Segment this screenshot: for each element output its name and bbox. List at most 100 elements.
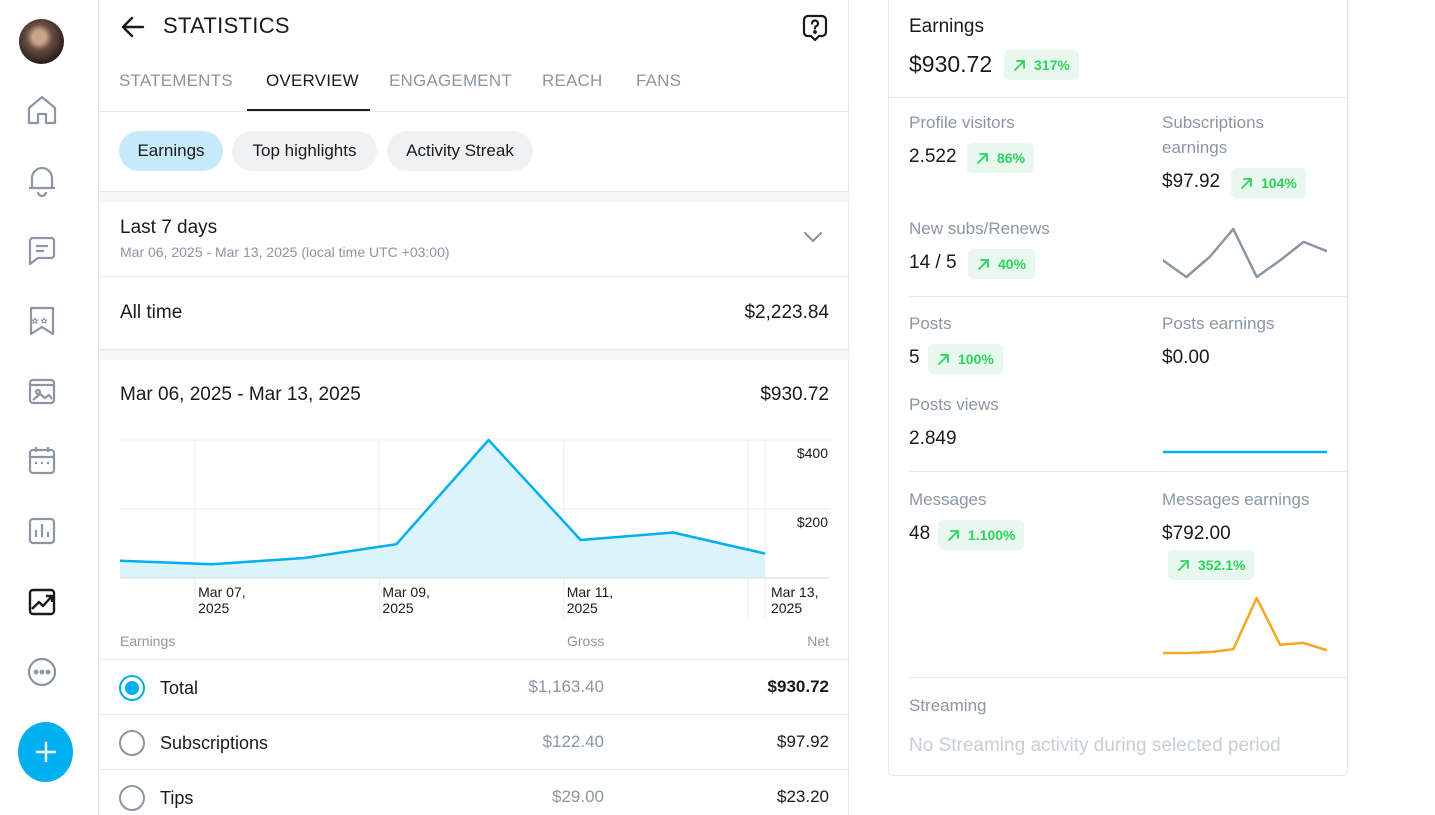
period-selector[interactable]: Last 7 days Mar 06, 2025 - Mar 13, 2025 … bbox=[99, 202, 850, 277]
subscriptions-sparkline bbox=[1163, 227, 1327, 279]
stats-tabs: STATEMENTS OVERVIEW ENGAGEMENT REACH FAN… bbox=[99, 56, 850, 112]
messages-earnings-value: $792.00 bbox=[1162, 523, 1231, 544]
messages-label: Messages bbox=[909, 490, 987, 509]
more-icon[interactable] bbox=[22, 652, 62, 692]
earnings-value: $930.72 bbox=[909, 51, 993, 77]
divider bbox=[889, 97, 1348, 98]
left-navigation bbox=[0, 0, 84, 815]
badge-text: 352.1% bbox=[1198, 557, 1246, 573]
radio-selected[interactable] bbox=[119, 675, 145, 701]
badge-text: 104% bbox=[1261, 175, 1297, 191]
tab-overview[interactable]: OVERVIEW bbox=[266, 71, 359, 91]
messages-value: 48 bbox=[909, 523, 931, 544]
profile-visitors-label: Profile visitors bbox=[909, 113, 1015, 132]
messages-sparkline bbox=[1163, 596, 1327, 655]
streaming-empty-text: No Streaming activity during selected pe… bbox=[909, 735, 1281, 756]
row-net: $930.72 bbox=[767, 677, 829, 696]
x-tick-label: 2025 bbox=[198, 600, 229, 616]
row-label: Tips bbox=[160, 788, 194, 808]
divider bbox=[909, 677, 1348, 678]
earnings-row-total[interactable]: Total $1,163.40 $930.72 bbox=[99, 660, 850, 715]
subscriptions-earnings-value: $97.92 bbox=[1162, 171, 1221, 192]
chip-top-highlights[interactable]: Top highlights bbox=[232, 131, 377, 171]
row-gross: $122.40 bbox=[542, 732, 604, 751]
row-net: $97.92 bbox=[777, 732, 829, 751]
bell-icon[interactable] bbox=[22, 160, 62, 200]
earnings-row-subscriptions[interactable]: Subscriptions $122.40 $97.92 bbox=[99, 715, 850, 770]
summary-panel: Earnings $930.72 317% Profile visitors 2… bbox=[888, 0, 1348, 776]
period-subtitle: Mar 06, 2025 - Mar 13, 2025 (local time … bbox=[120, 244, 450, 260]
page-header: STATISTICS bbox=[99, 0, 850, 56]
earnings-chart: $400$200Mar 07,2025Mar 09,2025Mar 11,202… bbox=[120, 438, 830, 620]
row-gross: $1,163.40 bbox=[528, 677, 604, 696]
trending-icon[interactable] bbox=[22, 582, 62, 622]
section-divider bbox=[99, 350, 850, 360]
streaming-label: Streaming bbox=[909, 696, 987, 715]
arrow-up-right-icon bbox=[978, 258, 989, 270]
earnings-label: Earnings bbox=[909, 16, 984, 37]
plus-icon bbox=[35, 741, 56, 763]
arrow-up-right-icon bbox=[938, 353, 949, 365]
row-label: Total bbox=[160, 678, 199, 698]
back-arrow-icon[interactable] bbox=[119, 13, 147, 41]
tab-engagement[interactable]: ENGAGEMENT bbox=[389, 71, 512, 91]
collections-icon[interactable] bbox=[22, 301, 62, 341]
x-tick-label: Mar 13, bbox=[771, 584, 818, 600]
all-time-label: All time bbox=[120, 302, 183, 323]
statistics-main: STATISTICS STATEMENTS OVERVIEW ENGAGEMEN… bbox=[98, 0, 850, 815]
earnings-table-header: Earnings Gross Net bbox=[99, 630, 850, 660]
tab-fans[interactable]: FANS bbox=[636, 71, 681, 91]
x-tick-label: Mar 07, bbox=[198, 584, 245, 600]
col-earnings: Earnings bbox=[120, 633, 176, 649]
posts-value: 5 bbox=[909, 347, 920, 368]
queue-icon[interactable] bbox=[22, 441, 62, 481]
help-icon[interactable] bbox=[801, 13, 829, 43]
x-tick-label: 2025 bbox=[771, 600, 802, 616]
sparkline-path bbox=[1163, 227, 1327, 279]
chevron-down-icon[interactable] bbox=[802, 230, 824, 244]
y-tick-label: $200 bbox=[797, 514, 828, 530]
range-title: Mar 06, 2025 - Mar 13, 2025 bbox=[120, 384, 361, 405]
period-title: Last 7 days bbox=[120, 217, 218, 238]
row-net: $23.20 bbox=[777, 787, 829, 806]
divider bbox=[909, 471, 1348, 472]
tab-reach[interactable]: REACH bbox=[542, 71, 603, 91]
earnings-row-tips[interactable]: Tips $29.00 $23.20 bbox=[99, 770, 850, 815]
avatar[interactable] bbox=[19, 19, 64, 64]
posts-sparkline bbox=[1163, 450, 1327, 454]
posts-badge: 100% bbox=[928, 344, 1003, 374]
chip-activity-streak[interactable]: Activity Streak bbox=[387, 131, 533, 171]
messages-earnings-badge: 352.1% bbox=[1168, 550, 1255, 580]
statistics-icon[interactable] bbox=[22, 511, 62, 551]
arrow-up-right-icon bbox=[1014, 59, 1025, 71]
new-subs-label: New subs/Renews bbox=[909, 219, 1050, 238]
messages-badge: 1.100% bbox=[938, 520, 1025, 550]
badge-text: 317% bbox=[1034, 57, 1070, 73]
label-line: Subscriptions bbox=[1162, 113, 1265, 132]
message-icon[interactable] bbox=[22, 231, 62, 271]
col-net: Net bbox=[807, 633, 829, 649]
range-total: $930.72 bbox=[760, 384, 829, 405]
badge-text: 40% bbox=[998, 256, 1027, 272]
sparkline-path bbox=[1163, 596, 1327, 655]
y-tick-label: $400 bbox=[797, 445, 828, 461]
home-icon[interactable] bbox=[22, 90, 62, 130]
chip-earnings[interactable]: Earnings bbox=[119, 131, 223, 171]
filter-chips: Earnings Top highlights Activity Streak bbox=[99, 112, 850, 192]
all-time-row: All time $2,223.84 bbox=[99, 277, 850, 350]
new-post-button[interactable] bbox=[18, 722, 73, 782]
vault-icon[interactable] bbox=[22, 371, 62, 411]
arrow-up-right-icon bbox=[1178, 559, 1189, 571]
range-header: Mar 06, 2025 - Mar 13, 2025 $930.72 bbox=[99, 360, 850, 430]
active-tab-indicator bbox=[247, 109, 370, 111]
posts-views-value: 2.849 bbox=[909, 428, 957, 449]
posts-views-label: Posts views bbox=[909, 395, 999, 414]
page-title: STATISTICS bbox=[163, 13, 290, 38]
profile-visitors-value: 2.522 bbox=[909, 146, 957, 167]
radio-unselected[interactable] bbox=[119, 785, 145, 811]
x-tick-label: 2025 bbox=[382, 600, 413, 616]
radio-unselected[interactable] bbox=[119, 730, 145, 756]
new-subs-value: 14 / 5 bbox=[909, 252, 957, 273]
badge-text: 100% bbox=[958, 351, 994, 367]
tab-statements[interactable]: STATEMENTS bbox=[119, 71, 233, 91]
